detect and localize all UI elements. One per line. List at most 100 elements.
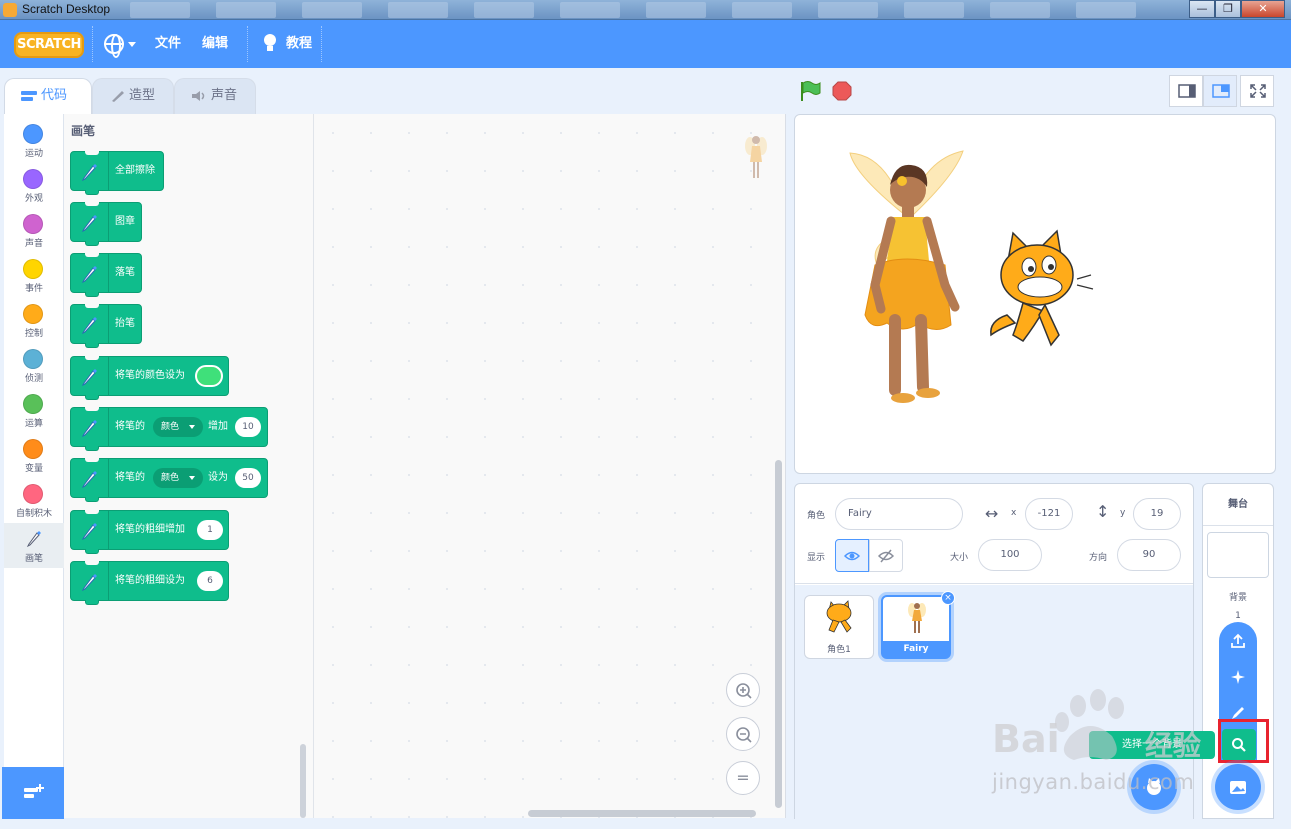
sprite-card-cat[interactable]: 角色1: [804, 595, 874, 659]
category-label: 侦测: [24, 374, 43, 384]
x-label: x: [1011, 508, 1017, 518]
fullscreen-button[interactable]: [1240, 75, 1274, 107]
number-input[interactable]: 1: [197, 520, 223, 540]
edit-menu[interactable]: 编辑: [202, 20, 228, 68]
window-title: Scratch Desktop: [22, 2, 111, 16]
stage-title: 舞台: [1203, 484, 1273, 526]
surprise-backdrop-button[interactable]: [1219, 660, 1257, 694]
category-pen[interactable]: 画笔: [4, 523, 64, 568]
app-icon: [3, 3, 17, 17]
close-button[interactable]: ✕: [1241, 0, 1285, 18]
sprite-card-fairy[interactable]: × Fairy: [881, 591, 955, 659]
block-label: 图章: [115, 216, 135, 227]
surprise-sparkle-icon: [1231, 670, 1245, 684]
stage-thumbnail[interactable]: [1207, 532, 1269, 578]
stage-canvas[interactable]: [794, 114, 1276, 474]
category-operators[interactable]: 运算: [4, 388, 64, 433]
category-looks[interactable]: 外观: [4, 163, 64, 208]
block-label: 将笔的: [115, 472, 145, 483]
size-input[interactable]: 100: [978, 539, 1042, 571]
file-menu[interactable]: 文件: [155, 20, 181, 68]
tab-costumes-label: 造型: [129, 88, 156, 103]
block-label: 将笔的粗细设为: [115, 575, 185, 586]
category-motion[interactable]: 运动: [4, 118, 64, 163]
watermark-subtitle: 经验: [1145, 729, 1202, 762]
block-stamp[interactable]: 图章: [70, 202, 142, 246]
category-dot: [23, 439, 43, 459]
block-label: 全部擦除: [115, 165, 155, 176]
tab-code[interactable]: 代码: [4, 78, 92, 115]
palette-scrollbar[interactable]: [300, 744, 306, 818]
category-control[interactable]: 控制: [4, 298, 64, 343]
tab-code-label: 代码: [41, 88, 68, 103]
category-label: 事件: [24, 284, 43, 294]
vertical-arrow-icon: ↕: [1096, 502, 1110, 521]
param-dropdown[interactable]: 颜色: [153, 468, 203, 488]
taskbar-thumbnails: [130, 2, 1170, 18]
fairy-thumbnail-icon: [908, 603, 926, 633]
cat-sprite[interactable]: [990, 229, 1094, 347]
lightbulb-icon: [262, 34, 278, 54]
hide-sprite-button[interactable]: [869, 539, 903, 572]
number-input[interactable]: 10: [235, 417, 261, 437]
block-label: 设为: [208, 472, 228, 483]
sprite-card-name: 角色1: [827, 645, 851, 655]
normal-stage-button[interactable]: [1203, 75, 1237, 107]
block-change-pen-param[interactable]: 将笔的 颜色 增加 10: [70, 407, 268, 451]
block-pen-down[interactable]: 落笔: [70, 253, 142, 297]
tab-costumes[interactable]: 造型: [92, 78, 174, 114]
upload-backdrop-button[interactable]: [1219, 624, 1257, 658]
language-globe-icon[interactable]: [104, 34, 124, 58]
category-my-blocks[interactable]: 自制积木: [4, 478, 64, 523]
color-picker-input[interactable]: [195, 365, 223, 387]
x-position-input[interactable]: -121: [1025, 498, 1073, 530]
choose-backdrop-button[interactable]: [1215, 764, 1261, 810]
block-set-pen-color[interactable]: 将笔的颜色设为: [70, 356, 229, 400]
fairy-sprite[interactable]: [849, 150, 964, 403]
small-stage-icon: [1178, 84, 1196, 98]
green-flag-icon[interactable]: [799, 80, 821, 102]
zoom-reset-button[interactable]: =: [726, 761, 760, 795]
stop-icon[interactable]: [832, 81, 852, 101]
category-label: 运算: [24, 419, 43, 429]
watermark-brand: Bai: [992, 717, 1060, 761]
y-position-input[interactable]: 19: [1133, 498, 1181, 530]
category-dot: [23, 394, 43, 414]
workspace-horizontal-scrollbar[interactable]: [528, 810, 756, 817]
tutorials-menu[interactable]: 教程: [286, 20, 312, 68]
show-label: 显示: [807, 553, 826, 563]
show-sprite-button[interactable]: [835, 539, 869, 572]
category-events[interactable]: 事件: [4, 253, 64, 298]
menu-divider: [321, 26, 322, 62]
maximize-button[interactable]: ❐: [1215, 0, 1241, 18]
block-pen-up[interactable]: 抬笔: [70, 304, 142, 348]
block-set-pen-size[interactable]: 将笔的粗细设为 6: [70, 561, 229, 605]
zoom-out-button[interactable]: [726, 717, 760, 751]
block-label: 落笔: [115, 267, 135, 278]
scratch-logo[interactable]: SCRATCH: [14, 32, 84, 58]
small-stage-button[interactable]: [1169, 75, 1203, 107]
number-input[interactable]: 50: [235, 468, 261, 488]
brush-icon: [112, 91, 124, 102]
sprite-name-input[interactable]: Fairy: [835, 498, 963, 530]
block-clear[interactable]: 全部擦除: [70, 151, 164, 195]
direction-label: 方向: [1089, 553, 1108, 563]
number-input[interactable]: 6: [197, 571, 223, 591]
delete-sprite-icon[interactable]: ×: [941, 591, 955, 605]
category-variables[interactable]: 变量: [4, 433, 64, 478]
tab-sounds[interactable]: 声音: [174, 78, 256, 114]
category-sensing[interactable]: 侦测: [4, 343, 64, 388]
block-change-pen-size[interactable]: 将笔的粗细增加 1: [70, 510, 229, 554]
zoom-in-button[interactable]: [726, 673, 760, 707]
workspace-vertical-scrollbar[interactable]: [775, 460, 782, 808]
direction-input[interactable]: 90: [1117, 539, 1181, 571]
block-set-pen-param[interactable]: 将笔的 颜色 设为 50: [70, 458, 268, 502]
category-sound[interactable]: 声音: [4, 208, 64, 253]
param-dropdown[interactable]: 颜色: [153, 417, 203, 437]
add-extension-button[interactable]: [2, 767, 64, 819]
minimize-button[interactable]: —: [1189, 0, 1215, 18]
pen-icon: [26, 531, 41, 547]
code-workspace[interactable]: [314, 114, 786, 818]
upload-icon: [1231, 633, 1245, 648]
category-label: 外观: [24, 194, 43, 204]
